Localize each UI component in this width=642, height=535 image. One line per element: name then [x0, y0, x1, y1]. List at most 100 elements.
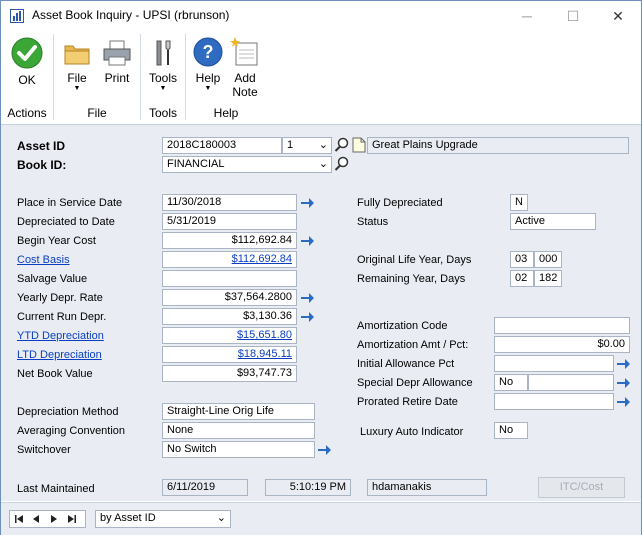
- cost-basis-value[interactable]: $112,692.84: [232, 253, 292, 265]
- arrow-right-icon[interactable]: [615, 356, 631, 372]
- amortization-code-field: [494, 317, 630, 334]
- itc-cost-button[interactable]: ITC/Cost: [538, 477, 625, 498]
- begin-year-cost-field: $112,692.84: [162, 232, 297, 249]
- current-run-depr-field: $3,130.36: [162, 308, 297, 325]
- last-record-icon[interactable]: [68, 515, 76, 523]
- arrow-right-icon[interactable]: [299, 195, 315, 211]
- form-content: Asset ID 2018C180003 1 ⌄ Great Plains Up…: [1, 125, 641, 501]
- chevron-down-icon: ▼: [73, 85, 81, 92]
- printer-icon: [103, 40, 131, 66]
- chevron-down-icon: ▼: [204, 85, 212, 92]
- begin-year-cost-label: Begin Year Cost: [17, 235, 96, 247]
- folder-icon: [64, 45, 90, 65]
- chevron-down-icon: ▼: [159, 85, 167, 92]
- ytd-depreciation-value[interactable]: $15,651.80: [237, 329, 292, 341]
- help-label: Help: [195, 71, 221, 85]
- tools-menu-button[interactable]: Tools ▼: [145, 38, 181, 93]
- file-menu-button[interactable]: File ▼: [59, 38, 95, 93]
- add-note-label-2: Note: [232, 85, 258, 99]
- sort-order-value: by Asset ID: [100, 512, 156, 524]
- ltd-depreciation-field[interactable]: $18,945.11: [162, 346, 297, 363]
- amortization-amt-field: $0.00: [494, 336, 630, 353]
- chevron-down-icon: ⌄: [318, 139, 328, 151]
- cost-basis-link[interactable]: Cost Basis: [17, 254, 70, 266]
- remaining-life-label: Remaining Year, Days: [357, 273, 466, 285]
- ltd-depreciation-link[interactable]: LTD Depreciation: [17, 349, 102, 361]
- arrow-right-icon[interactable]: [615, 375, 631, 391]
- averaging-convention-field: None: [162, 422, 315, 439]
- add-note-button[interactable]: Add Note: [227, 36, 263, 99]
- asset-description-field: Great Plains Upgrade: [367, 137, 629, 154]
- book-id-label: Book ID:: [17, 158, 67, 172]
- asset-lookup-magnifier-icon[interactable]: [334, 137, 350, 153]
- minimize-button[interactable]: ─: [504, 1, 550, 31]
- book-lookup-magnifier-icon[interactable]: [334, 156, 350, 172]
- original-life-label: Original Life Year, Days: [357, 254, 472, 266]
- svg-text:?: ?: [203, 42, 214, 62]
- depreciated-to-field: 5/31/2019: [162, 213, 297, 230]
- last-maintained-date: 6/11/2019: [162, 479, 248, 496]
- asset-id-input[interactable]: 2018C180003: [162, 137, 282, 154]
- depreciation-method-field: Straight-Line Orig Life: [162, 403, 315, 420]
- group-tools-label: Tools: [148, 106, 177, 120]
- print-label: Print: [104, 71, 130, 85]
- ytd-depreciation-link[interactable]: YTD Depreciation: [17, 330, 104, 342]
- salvage-value-field: [162, 270, 297, 287]
- print-button[interactable]: Print: [99, 38, 135, 85]
- salvage-value-label: Salvage Value: [17, 273, 88, 285]
- initial-allowance-field: [494, 355, 614, 372]
- special-depr-allowance-label: Special Depr Allowance: [357, 377, 473, 389]
- amortization-amt-label: Amortization Amt / Pct:: [357, 339, 469, 351]
- ltd-depreciation-value[interactable]: $18,945.11: [238, 348, 292, 360]
- sort-order-dropdown[interactable]: by Asset ID ⌄: [95, 510, 231, 528]
- fully-depreciated-label: Fully Depreciated: [357, 197, 443, 209]
- fully-depreciated-field: N: [510, 194, 528, 211]
- averaging-convention-label: Averaging Convention: [17, 425, 126, 437]
- ribbon-separator: [185, 34, 186, 120]
- status-field: Active: [510, 213, 596, 230]
- arrow-right-icon[interactable]: [299, 233, 315, 249]
- current-run-depr-label: Current Run Depr.: [17, 311, 107, 323]
- group-help-label: Help: [213, 106, 239, 120]
- luxury-auto-field: No: [494, 422, 528, 439]
- previous-record-icon[interactable]: [33, 515, 39, 523]
- asset-id-label: Asset ID: [17, 139, 66, 153]
- net-book-value-field: $93,747.73: [162, 365, 297, 382]
- yearly-depr-rate-field: $37,564.2800: [162, 289, 297, 306]
- close-button[interactable]: ✕: [595, 1, 641, 31]
- ytd-depreciation-field[interactable]: $15,651.80: [162, 327, 297, 344]
- last-maintained-label: Last Maintained: [17, 483, 95, 495]
- initial-allowance-label: Initial Allowance Pct: [357, 358, 455, 370]
- first-record-icon[interactable]: [15, 515, 23, 523]
- asset-suffix-dropdown[interactable]: 1 ⌄: [282, 137, 332, 154]
- net-book-value-label: Net Book Value: [17, 368, 93, 380]
- arrow-right-icon[interactable]: [299, 290, 315, 306]
- help-menu-button[interactable]: ? Help ▼: [190, 36, 226, 93]
- arrow-right-icon[interactable]: [615, 394, 631, 410]
- maximize-button[interactable]: ☐: [550, 1, 596, 31]
- last-maintained-time: 5:10:19 PM: [265, 479, 351, 496]
- ok-button[interactable]: OK: [7, 36, 47, 87]
- remaining-life-days: 182: [534, 270, 562, 287]
- remaining-life-years: 02: [510, 270, 534, 287]
- file-label: File: [67, 71, 87, 85]
- tools-icon: [156, 40, 171, 66]
- asset-suffix-value: 1: [287, 139, 294, 151]
- note-page-icon[interactable]: [352, 137, 366, 153]
- prorated-retire-date-label: Prorated Retire Date: [357, 396, 458, 408]
- arrow-right-icon[interactable]: [316, 442, 332, 458]
- special-depr-allowance-extra: [528, 374, 614, 391]
- chevron-down-icon: ⌄: [216, 512, 226, 524]
- arrow-right-icon[interactable]: [299, 309, 315, 325]
- switchover-label: Switchover: [17, 444, 71, 456]
- ribbon-separator: [140, 34, 141, 120]
- book-id-dropdown[interactable]: FINANCIAL ⌄: [162, 156, 332, 173]
- next-record-icon[interactable]: [51, 515, 57, 523]
- status-label: Status: [357, 216, 389, 228]
- cost-basis-field[interactable]: $112,692.84: [162, 251, 297, 268]
- group-actions-label: Actions: [7, 106, 47, 120]
- original-life-days: 000: [534, 251, 562, 268]
- status-bar: by Asset ID ⌄: [1, 502, 641, 535]
- depreciated-to-label: Depreciated to Date: [17, 216, 115, 228]
- depreciation-method-label: Depreciation Method: [17, 406, 119, 418]
